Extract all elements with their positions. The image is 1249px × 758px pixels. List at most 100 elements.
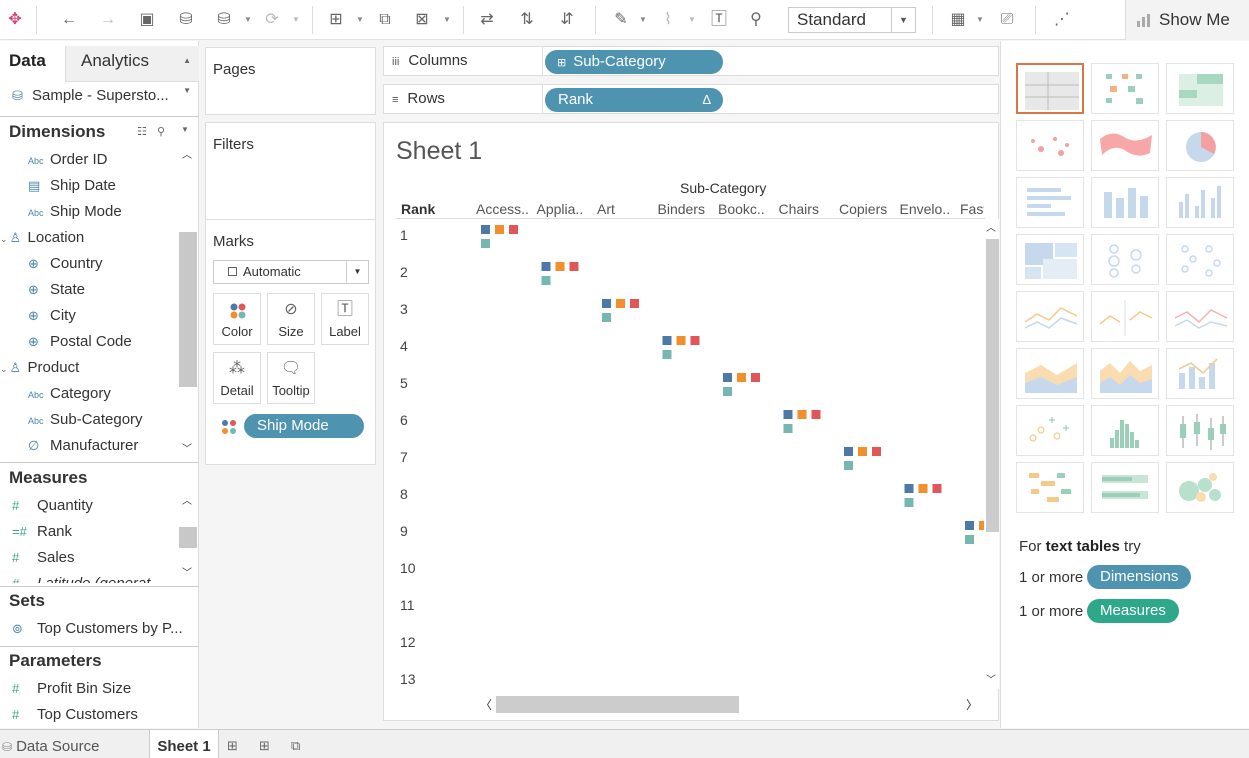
field-profit-bin-size[interactable]: # Profit Bin Size — [12, 676, 131, 702]
new-dashboard-icon[interactable]: ⊞ — [259, 738, 270, 754]
search-icon[interactable]: ⚲ — [157, 125, 165, 138]
mark-same-day[interactable] — [662, 350, 672, 359]
datasource-item[interactable]: ⛁ Sample - Supersto... — [12, 87, 169, 104]
area-discrete-thumb[interactable] — [1091, 348, 1159, 399]
bullet-graph-thumb[interactable] — [1091, 462, 1159, 513]
menu-dropdown-icon[interactable]: ▼ — [181, 125, 189, 134]
scroll-thumb[interactable] — [986, 239, 999, 532]
field-quantity[interactable]: # Quantity — [12, 493, 93, 519]
scroll-thumb[interactable] — [179, 232, 197, 387]
pages-card[interactable]: Pages — [205, 47, 376, 115]
mark-second-class[interactable] — [495, 225, 504, 234]
share-icon[interactable]: ⋰ — [1050, 8, 1074, 32]
field-location[interactable]: ⌄ ♙ Location — [0, 225, 84, 251]
mark-standard-class[interactable] — [690, 336, 700, 345]
view-vertical-scrollbar[interactable]: ︿ ﹀ — [984, 219, 999, 689]
field-product[interactable]: ⌄ ♙ Product — [0, 355, 79, 381]
mark-standard-class[interactable] — [569, 262, 579, 271]
gantt-chart-thumb[interactable] — [1016, 462, 1084, 513]
mark-standard-class[interactable] — [872, 447, 881, 456]
column-header[interactable]: Applia.. — [537, 201, 584, 217]
color-button[interactable]: Color — [213, 293, 261, 345]
clear-sheet-icon[interactable]: ⊠ — [410, 8, 434, 32]
mark-second-class[interactable] — [737, 373, 746, 382]
new-datasource-icon[interactable]: ⛁ — [174, 8, 198, 32]
new-worksheet-icon[interactable]: ⊞ — [324, 8, 348, 32]
tab-analytics[interactable]: Analytics ▲ ▼ — [65, 46, 199, 95]
mark-same-day[interactable] — [844, 461, 853, 470]
dual-combination-thumb[interactable] — [1166, 348, 1234, 399]
area-continuous-thumb[interactable] — [1016, 348, 1084, 399]
mark-standard-class[interactable] — [751, 373, 760, 382]
rank-pill[interactable]: Rank Δ — [545, 88, 723, 112]
side-by-side-bars-thumb[interactable] — [1166, 177, 1234, 228]
dimensions-scrollbar[interactable]: ︿ ﹀ — [177, 148, 197, 460]
show-me-button[interactable]: Show Me — [1125, 0, 1249, 40]
presentation-mode-icon[interactable]: ⎚ — [995, 8, 1019, 32]
highlight-dropdown-icon[interactable]: ▼ — [638, 8, 648, 32]
mark-standard-class[interactable] — [932, 484, 942, 493]
side-by-side-circles-thumb[interactable] — [1166, 234, 1234, 285]
pie-chart-thumb[interactable] — [1166, 120, 1234, 171]
scroll-down-icon[interactable]: ﹀ — [179, 442, 195, 458]
mark-same-day[interactable] — [723, 387, 732, 396]
size-button[interactable]: ⊘ Size — [267, 293, 315, 345]
field-postal-code[interactable]: ⊕ Postal Code — [28, 329, 132, 355]
duplicate-sheet-icon[interactable]: ⧉ — [373, 8, 397, 32]
field-top-customers-set[interactable]: ⊚ Top Customers by P... — [12, 616, 183, 642]
detail-button[interactable]: ⁂ Detail — [213, 352, 261, 404]
sub-category-pill[interactable]: ⊞ Sub-Category — [545, 50, 723, 74]
symbol-map-thumb[interactable] — [1016, 120, 1084, 171]
measures-scrollbar[interactable]: ︿ ﹀ — [177, 494, 197, 584]
refresh-icon[interactable]: ⟳ — [260, 8, 284, 32]
mark-first-class[interactable] — [965, 521, 974, 530]
mark-same-day[interactable] — [904, 498, 914, 507]
treemap-thumb[interactable] — [1016, 234, 1084, 285]
tooltip-button[interactable]: 🗨 Tooltip — [267, 352, 315, 404]
swap-rows-columns-icon[interactable]: ⇄ — [475, 8, 499, 32]
view-horizontal-scrollbar[interactable]: 〈 〉 — [476, 694, 981, 714]
field-category[interactable]: Abc Category — [28, 381, 111, 407]
show-cards-dropdown-icon[interactable]: ▼ — [975, 8, 985, 32]
field-order-id[interactable]: Abc Order ID — [28, 147, 108, 173]
mark-first-class[interactable] — [541, 262, 551, 271]
field-sub-category[interactable]: Abc Sub-Category — [28, 407, 143, 433]
box-whisker-thumb[interactable] — [1166, 405, 1234, 456]
column-header[interactable]: Chairs — [779, 201, 819, 217]
group-dropdown-icon[interactable]: ▼ — [687, 8, 697, 32]
new-worksheet-icon[interactable]: ⊞ — [227, 738, 238, 754]
field-ship-date[interactable]: ▤ Ship Date — [28, 173, 116, 199]
sort-ascending-icon[interactable]: ⇅ — [515, 8, 539, 32]
column-header[interactable]: Bookc.. — [718, 201, 765, 217]
new-story-icon[interactable]: ⧉ — [291, 738, 300, 754]
label-button[interactable]: 🅃 Label — [321, 293, 369, 345]
highlight-icon[interactable]: ✎ — [609, 8, 633, 32]
field-latitude[interactable]: #Latitude (generat... — [12, 571, 163, 583]
mark-first-class[interactable] — [783, 410, 793, 419]
field-state[interactable]: ⊕ State — [28, 277, 85, 303]
pause-updates-icon[interactable]: ⛁ — [212, 8, 236, 32]
mark-same-day[interactable] — [602, 313, 611, 322]
scroll-down-icon[interactable]: ﹀ — [179, 566, 195, 582]
mark-second-class[interactable] — [676, 336, 686, 345]
ship-mode-pill[interactable]: Ship Mode — [244, 414, 364, 438]
mark-second-class[interactable] — [858, 447, 867, 456]
redo-icon[interactable]: → — [96, 8, 120, 32]
mark-first-class[interactable] — [602, 299, 611, 308]
sort-descending-icon[interactable]: ⇵ — [555, 8, 579, 32]
filled-map-thumb[interactable] — [1091, 120, 1159, 171]
scroll-thumb[interactable] — [496, 696, 739, 713]
column-header[interactable]: Binders — [658, 201, 705, 217]
scatter-plot-thumb[interactable] — [1016, 405, 1084, 456]
refresh-dropdown-icon[interactable]: ▼ — [291, 8, 301, 32]
column-header[interactable]: Fast — [960, 201, 984, 217]
packed-bubbles-thumb[interactable] — [1166, 462, 1234, 513]
field-city[interactable]: ⊕ City — [28, 303, 76, 329]
rows-shelf[interactable]: ≡ Rows Rank Δ — [383, 84, 999, 114]
tab-sheet-1[interactable]: Sheet 1 — [149, 730, 219, 758]
new-worksheet-dropdown-icon[interactable]: ▼ — [355, 8, 365, 32]
mark-standard-class[interactable] — [811, 410, 821, 419]
mark-same-day[interactable] — [481, 239, 490, 248]
filters-card[interactable]: Filters — [205, 122, 376, 226]
scroll-thumb[interactable] — [179, 527, 197, 548]
